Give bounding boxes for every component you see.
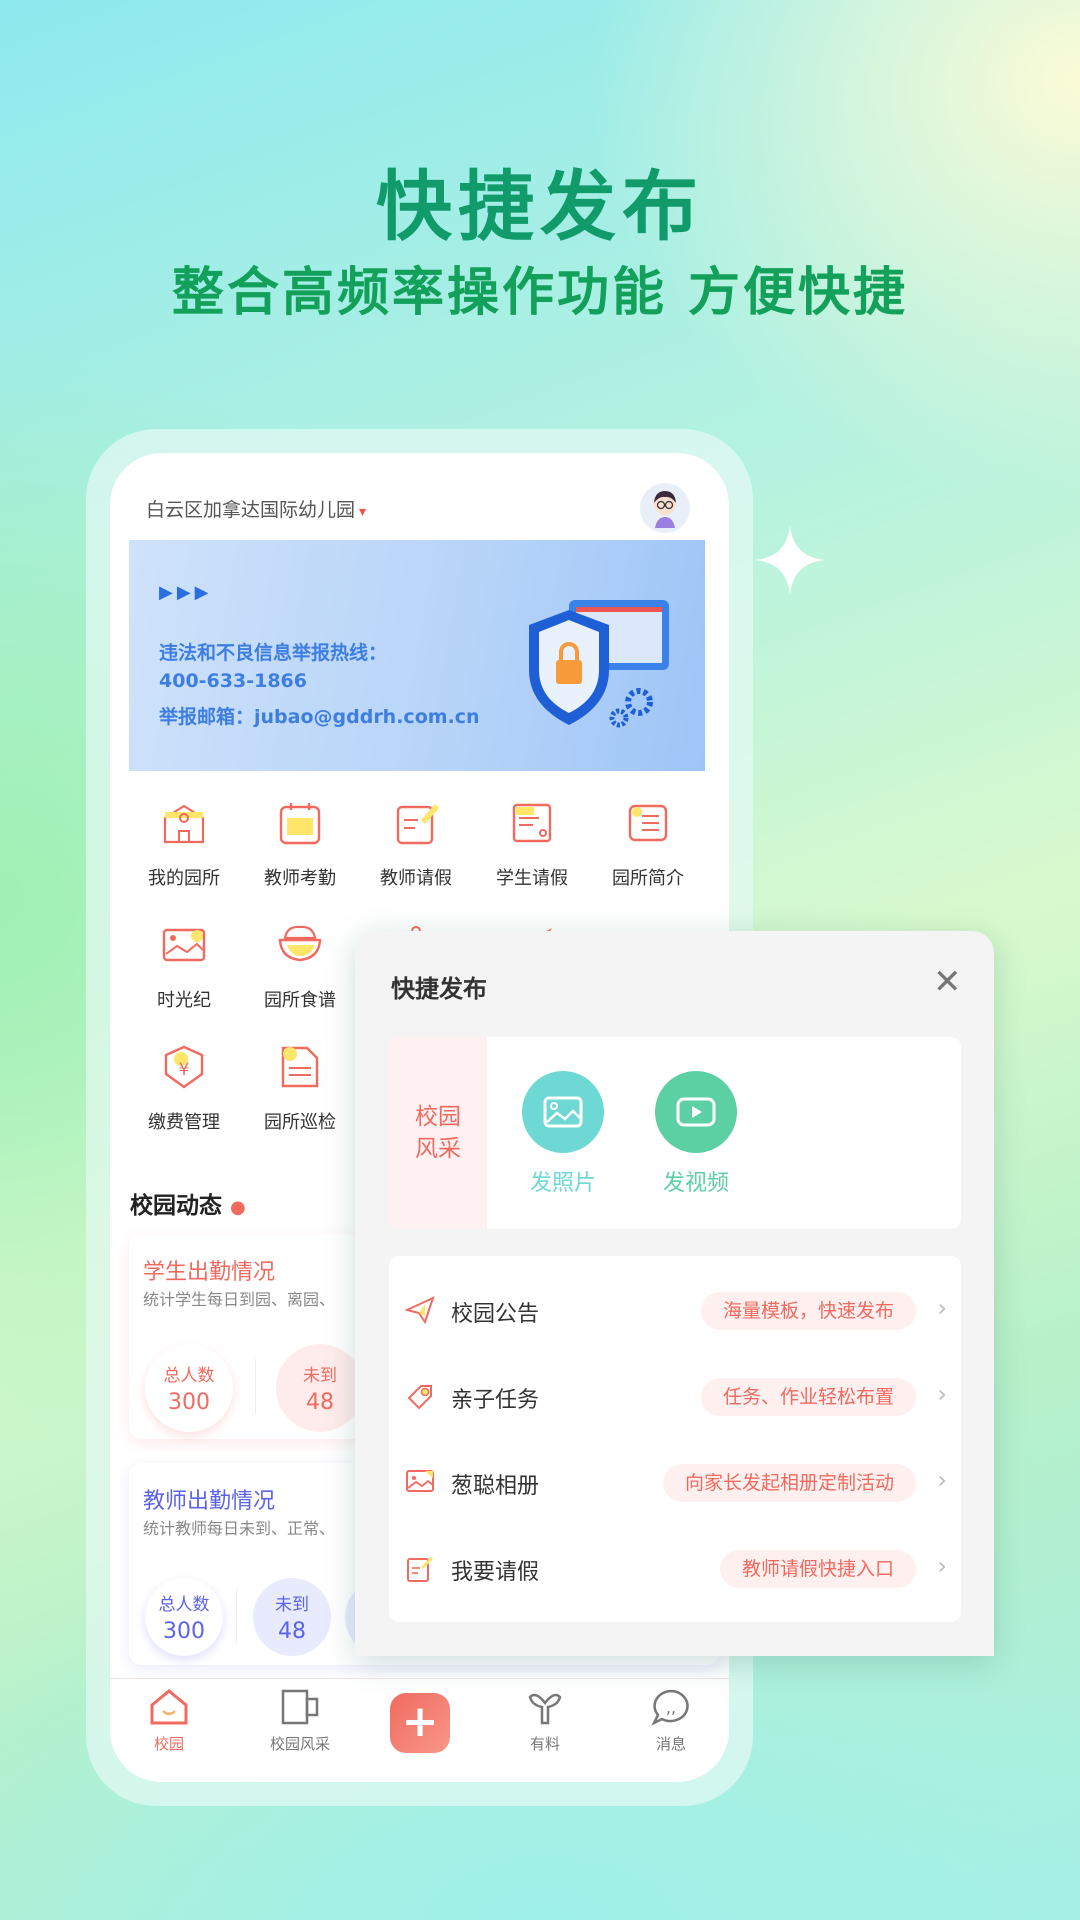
total-count: 总人数 300 — [145, 1344, 233, 1432]
tag-pill: 向家长发起相册定制活动 — [662, 1464, 916, 1502]
post-video-button[interactable]: 发视频 — [646, 1071, 746, 1197]
nav-publish-button[interactable]: + — [370, 1693, 470, 1753]
row-leave-request[interactable]: 我要请假 教师请假快捷入口 › — [389, 1538, 961, 1598]
chevron-right-icon: › — [937, 1552, 947, 1580]
card-desc: 统计教师每日未到、正常、 — [143, 1519, 336, 1538]
tag-pill: 海量模板，快速发布 — [700, 1292, 916, 1330]
grid-item-payment[interactable]: ¥ 缴费管理 — [126, 1042, 242, 1134]
student-form-icon — [512, 803, 552, 843]
sprout-icon — [528, 1693, 562, 1725]
report-banner[interactable]: ▶▶▶ 违法和不良信息举报热线： 400-633-1866 举报邮箱：jubao… — [129, 540, 705, 771]
grid-label: 园所食谱 — [264, 990, 336, 1011]
bubble-icon: ● — [230, 1197, 246, 1218]
grid-label: 园所简介 — [612, 868, 684, 889]
grid-item-teacher-attendance[interactable]: 教师考勤 — [242, 798, 358, 890]
publish-list: 校园公告 海量模板，快速发布 › 亲子任务 任务、作业轻松布置 › 葱聪相册 向家长发起相… — [389, 1256, 961, 1622]
chevron-right-icon: › — [937, 1294, 947, 1322]
chat-bubble-icon: ,, — [651, 1689, 689, 1726]
grid-label: 教师考勤 — [264, 868, 336, 889]
row-album[interactable]: 葱聪相册 向家长发起相册定制活动 › — [389, 1452, 961, 1512]
svg-text:¥: ¥ — [179, 1060, 190, 1080]
row-parent-task[interactable]: 亲子任务 任务、作业轻松布置 › — [389, 1366, 961, 1426]
card-title: 教师出勤情况 — [143, 1489, 276, 1514]
paper-plane-icon — [405, 1296, 435, 1324]
edit-document-icon — [396, 804, 439, 845]
album-icon — [406, 1470, 434, 1492]
chevron-right-icon: › — [937, 1380, 947, 1408]
inspection-document-icon — [281, 1046, 319, 1088]
chevron-right-icon: › — [937, 1466, 947, 1494]
tag-icon — [407, 1385, 432, 1410]
rice-bowl-icon — [278, 925, 322, 962]
photo-icon — [543, 1096, 583, 1128]
banner-phone: 400-633-1866 — [159, 670, 307, 692]
banner-email: 举报邮箱：jubao@gddrh.com.cn — [159, 706, 480, 728]
grid-label: 教师请假 — [380, 868, 452, 889]
gallery-icon — [281, 1689, 319, 1725]
absent-count: 未到 48 — [253, 1578, 331, 1656]
calendar-icon — [279, 803, 321, 845]
image-icon — [162, 928, 206, 962]
home-icon — [150, 1689, 188, 1725]
section-title: 校园动态 ● — [130, 1193, 246, 1219]
nav-content[interactable]: 有料 — [495, 1687, 595, 1754]
grid-label: 我的园所 — [148, 868, 220, 889]
campus-style-label: 校园风采 — [389, 1037, 487, 1229]
post-photo-button[interactable]: 发照片 — [513, 1071, 613, 1197]
school-name: 白云区加拿达国际幼儿园 — [146, 499, 356, 521]
card-title: 学生出勤情况 — [143, 1260, 276, 1285]
close-icon[interactable]: ✕ — [933, 965, 962, 999]
dropdown-icon: ▾ — [359, 504, 367, 520]
plus-icon: + — [390, 1693, 450, 1753]
grid-label: 园所巡检 — [264, 1112, 336, 1133]
grid-label: 学生请假 — [496, 868, 568, 889]
card-desc: 统计学生每日到园、离园、 — [143, 1290, 336, 1309]
nav-messages[interactable]: ,, 消息 — [621, 1687, 721, 1754]
sparkle-icon — [755, 525, 825, 595]
grid-label: 时光纪 — [157, 990, 211, 1011]
svg-text:,,: ,, — [666, 1698, 676, 1717]
school-building-icon — [163, 804, 205, 844]
total-count: 总人数 300 — [145, 1578, 223, 1656]
grid-item-student-leave[interactable]: 学生请假 — [474, 798, 590, 890]
list-icon — [628, 804, 668, 842]
grid-item-school-intro[interactable]: 园所简介 — [590, 798, 706, 890]
grid-item-my-school[interactable]: 我的园所 — [126, 798, 242, 890]
payment-shield-icon: ¥ — [164, 1045, 204, 1089]
tag-pill: 任务、作业轻松布置 — [700, 1378, 916, 1416]
video-play-icon — [676, 1097, 716, 1127]
arrows-icon: ▶▶▶ — [159, 582, 213, 603]
grid-label: 缴费管理 — [148, 1112, 220, 1133]
tag-pill: 教师请假快捷入口 — [719, 1550, 916, 1588]
grid-item-recipe[interactable]: 园所食谱 — [242, 920, 358, 1012]
modal-title: 快捷发布 — [391, 975, 487, 1003]
grid-item-inspection[interactable]: 园所巡检 — [242, 1042, 358, 1134]
hero-subtitle: 整合高频率操作功能 方便快捷 — [171, 263, 909, 323]
banner-line: 违法和不良信息举报热线： — [159, 642, 388, 664]
bottom-nav: 校园 校园风采 + 有料 ,, 消息 — [110, 1678, 729, 1782]
edit-note-icon — [407, 1557, 433, 1582]
hero-title: 快捷发布 — [376, 162, 704, 251]
grid-item-teacher-leave[interactable]: 教师请假 — [358, 798, 474, 890]
nav-campus-style[interactable]: 校园风采 — [250, 1687, 350, 1754]
grid-item-timeline[interactable]: 时光纪 — [126, 920, 242, 1012]
campus-style-card: 校园风采 发照片 发视频 — [389, 1037, 961, 1229]
security-shield-icon — [529, 600, 669, 728]
school-selector[interactable]: 白云区加拿达国际幼儿园 ▾ — [146, 495, 366, 522]
row-campus-notice[interactable]: 校园公告 海量模板，快速发布 › — [389, 1280, 961, 1340]
nav-campus[interactable]: 校园 — [119, 1687, 219, 1754]
quick-publish-modal: 快捷发布 ✕ 校园风采 发照片 发视频 校园公告 海量模板，快速发布 › 亲子任务任… — [355, 931, 994, 1656]
avatar[interactable] — [640, 483, 690, 533]
absent-count: 未到 48 — [276, 1344, 364, 1432]
